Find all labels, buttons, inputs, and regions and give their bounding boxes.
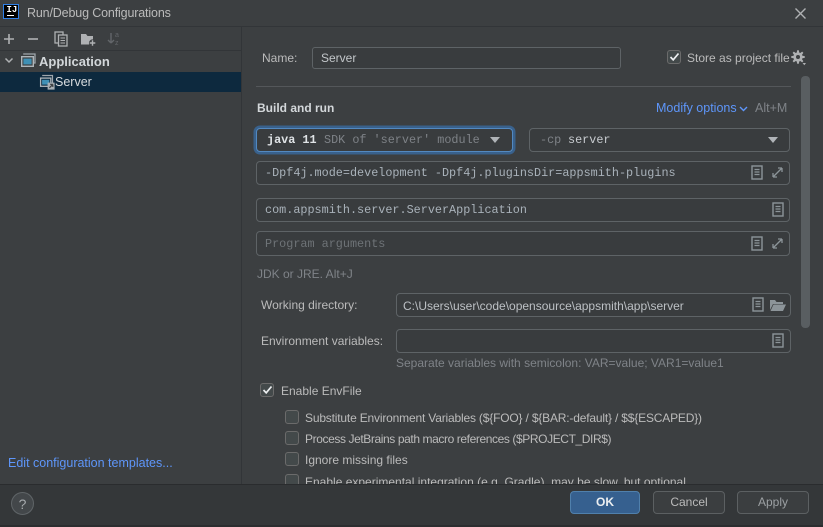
svg-text:a: a: [115, 32, 119, 39]
svg-text:z: z: [115, 40, 119, 47]
